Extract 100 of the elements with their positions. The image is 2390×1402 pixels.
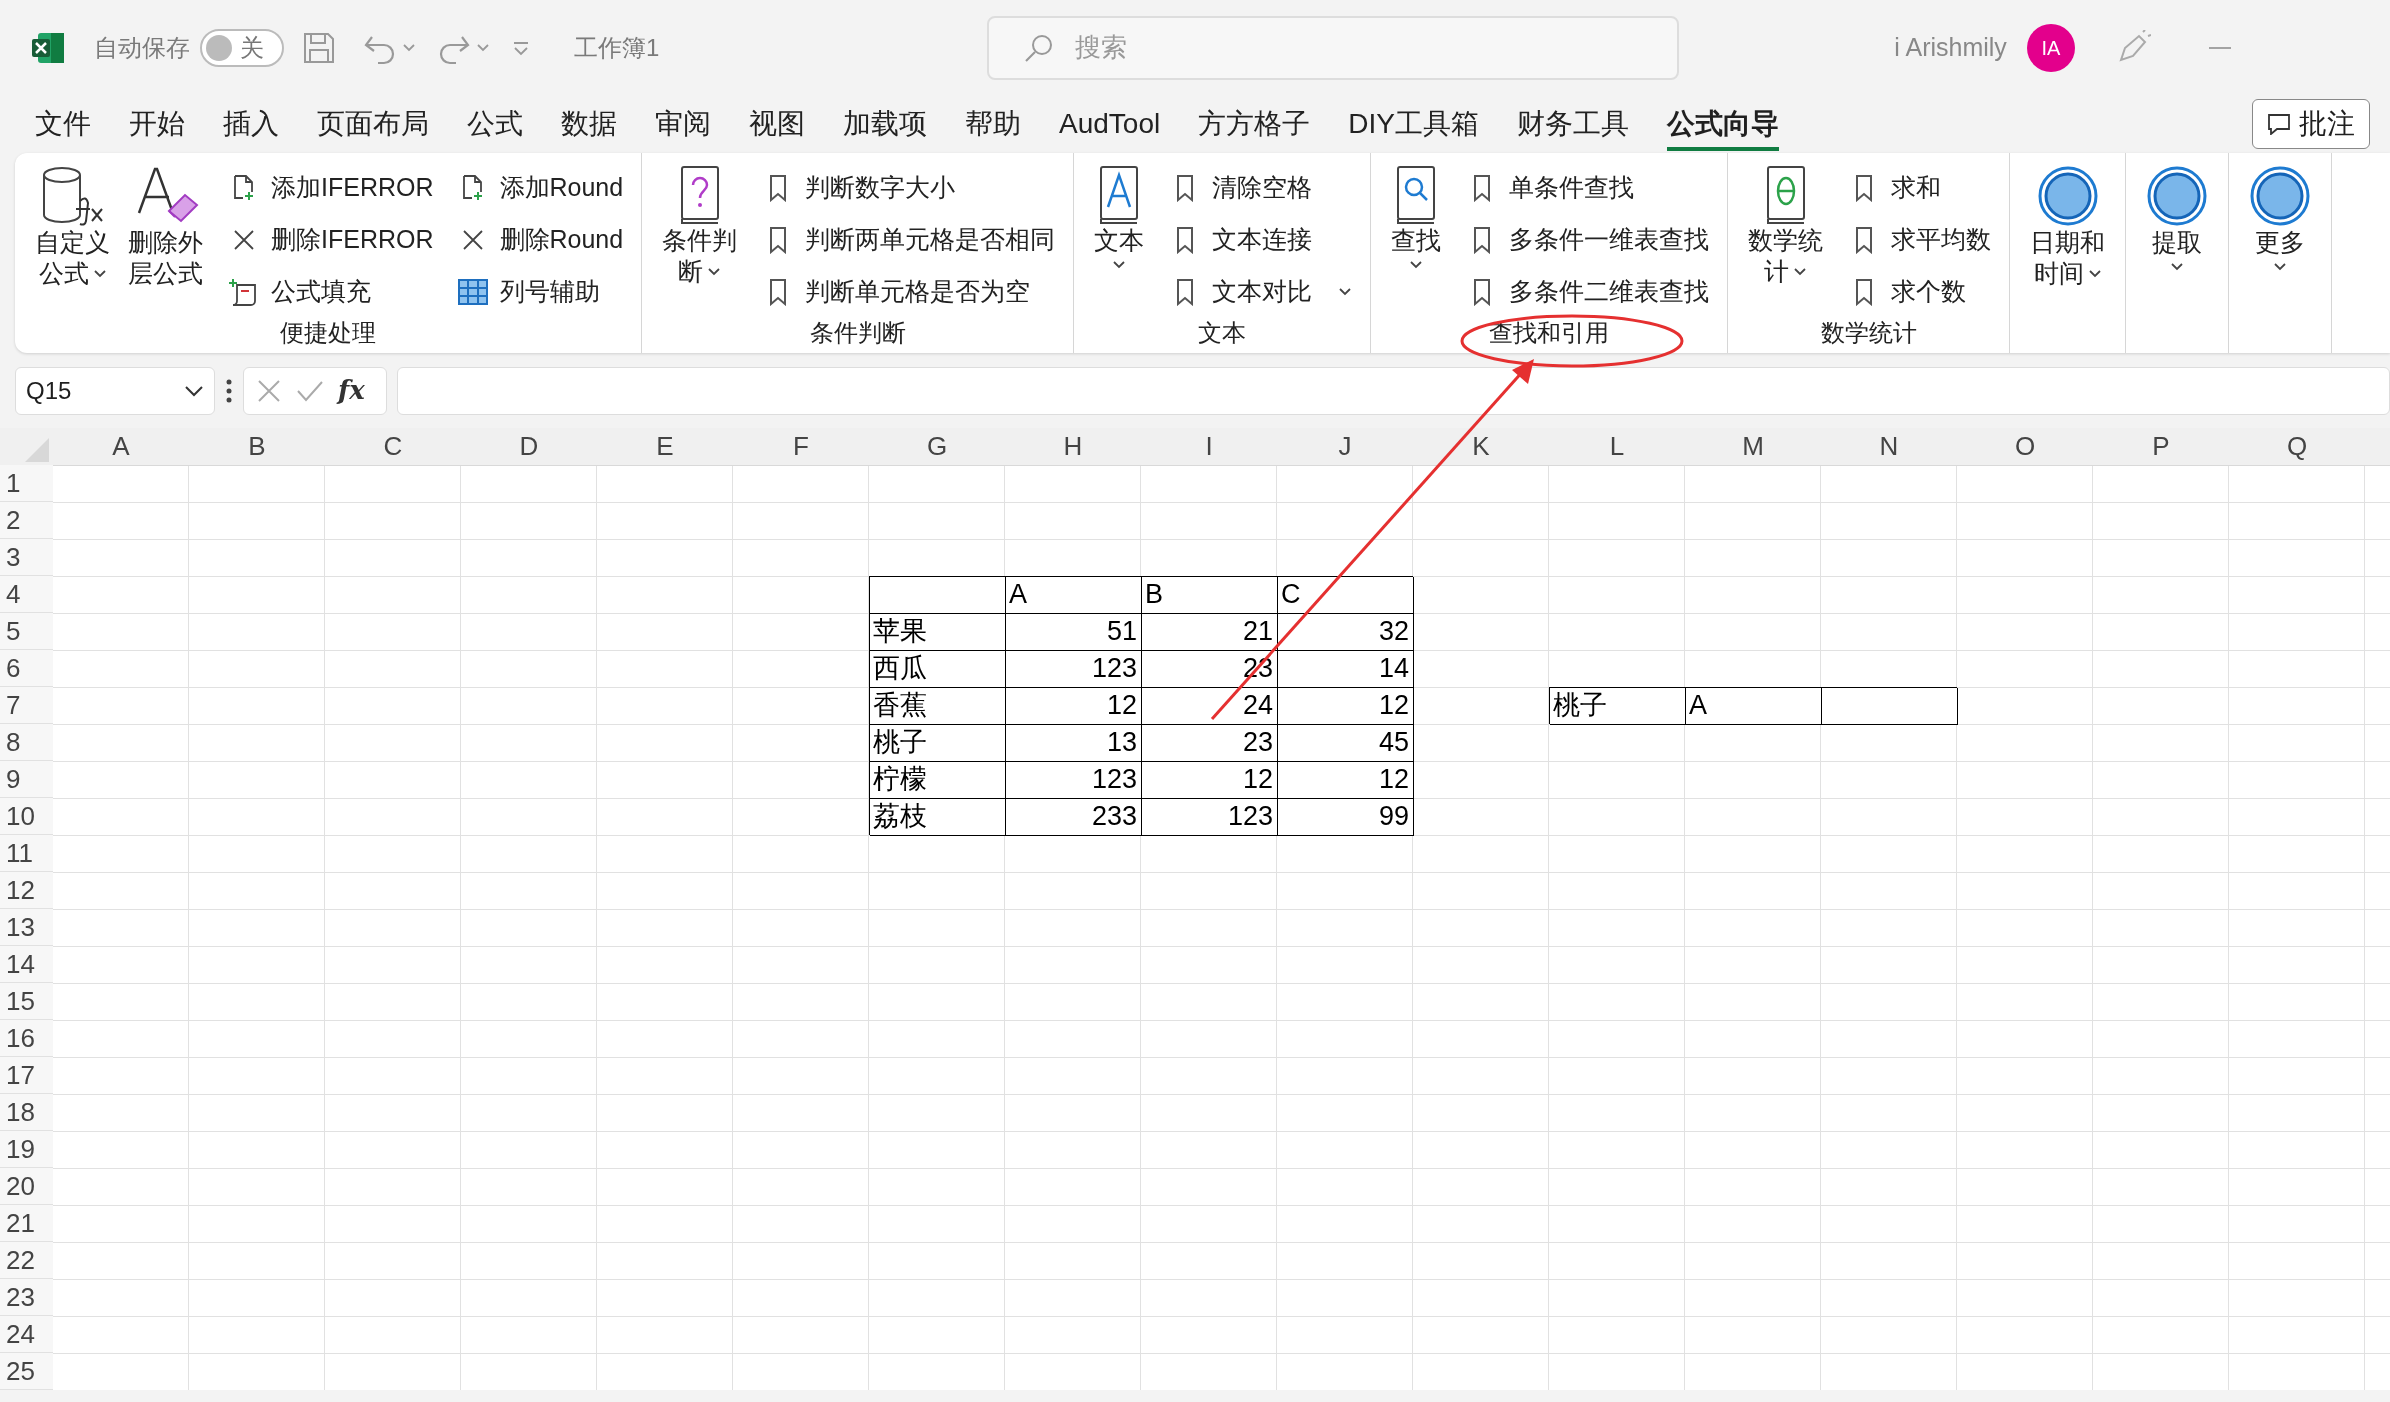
row-header[interactable]: 6 — [0, 650, 53, 687]
menu-tab[interactable]: AudTool — [1059, 99, 1161, 149]
ribbon-large-button[interactable]: 数学统 计 — [1746, 165, 1826, 315]
bookmark-icon — [1855, 226, 1874, 254]
ribbon-item[interactable]: 添加Round — [457, 165, 624, 211]
ribbon-item[interactable]: 删除IFERROR — [229, 217, 434, 263]
row-header[interactable]: 2 — [0, 502, 53, 539]
row-header[interactable]: 24 — [0, 1316, 53, 1353]
table-cell: 99 — [1277, 798, 1413, 835]
comment-button[interactable]: 批注 — [2252, 99, 2370, 149]
menu-tab[interactable]: 帮助 — [965, 99, 1021, 149]
ribbon-item[interactable]: 求个数 — [1849, 269, 1992, 315]
ribbon-large-button[interactable]: 更多 — [2247, 165, 2314, 347]
ribbon-item[interactable]: 添加IFERROR — [229, 165, 434, 211]
group-label: 便捷处理 — [280, 318, 377, 348]
row-header[interactable]: 7 — [0, 687, 53, 724]
table-cell: 荔枝 — [869, 798, 1005, 835]
chevron-icon — [1793, 266, 1808, 277]
row-header[interactable]: 20 — [0, 1168, 53, 1205]
autosave-toggle[interactable]: 关 — [200, 28, 284, 67]
name-box[interactable]: Q15 — [15, 366, 215, 415]
table-cell: B — [1141, 576, 1277, 613]
menu-tab[interactable]: 审阅 — [655, 99, 711, 149]
formula-input[interactable] — [397, 366, 2390, 415]
autosave-label: 自动保存 — [94, 32, 190, 63]
ribbon-large-button[interactable]: 文本 — [1092, 165, 1147, 315]
row-header[interactable]: 9 — [0, 761, 53, 798]
row-header[interactable]: 11 — [0, 835, 53, 872]
row-header[interactable]: 4 — [0, 576, 53, 613]
ribbon-item[interactable]: 单条件查找 — [1467, 165, 1710, 211]
bookmark-icon — [1855, 278, 1874, 306]
more-icon[interactable] — [225, 377, 233, 404]
table-cell: A — [1005, 576, 1141, 613]
row-header[interactable]: 22 — [0, 1242, 53, 1279]
table-cell: 12 — [1005, 687, 1141, 724]
menu-tab[interactable]: 加载项 — [843, 99, 927, 149]
table-cell: 45 — [1277, 724, 1413, 761]
ribbon-large-button[interactable]: 日期和 时间 — [2028, 165, 2108, 347]
select-all-corner-icon[interactable] — [25, 438, 49, 462]
ribbon-item[interactable]: 列号辅助 — [457, 269, 624, 315]
menu-tab[interactable]: DIY工具箱 — [1348, 99, 1479, 149]
group-label: 条件判断 — [809, 318, 906, 348]
ribbon-large-button[interactable]: 条件判 断 — [660, 165, 740, 315]
save-icon[interactable] — [302, 30, 336, 65]
cancel-icon[interactable] — [256, 377, 282, 404]
row-header[interactable]: 23 — [0, 1279, 53, 1316]
row-header[interactable]: 25 — [0, 1353, 53, 1390]
ribbon-item[interactable]: 判断两单元格是否相同 — [763, 217, 1056, 263]
cross-icon — [460, 228, 485, 252]
row-header[interactable]: 15 — [0, 983, 53, 1020]
row-header[interactable]: 16 — [0, 1020, 53, 1057]
menu-tab[interactable]: 插入 — [223, 99, 279, 149]
ribbon-item[interactable]: 判断数字大小 — [763, 165, 1056, 211]
menu-tab[interactable]: 财务工具 — [1516, 99, 1629, 149]
row-header[interactable]: 14 — [0, 946, 53, 983]
table-cell: 32 — [1277, 613, 1413, 650]
row-header[interactable]: 21 — [0, 1205, 53, 1242]
insert-function-button[interactable]: fx — [338, 371, 365, 410]
table-cell: C — [1277, 576, 1413, 613]
row-header[interactable]: 5 — [0, 613, 53, 650]
ribbon-item[interactable]: 公式填充 — [229, 269, 434, 315]
circle-icon — [2249, 165, 2312, 227]
ribbon-large-button[interactable]: 查找 — [1389, 165, 1444, 315]
ribbon-item[interactable]: 求和 — [1849, 165, 1992, 211]
table-cell: 西瓜 — [869, 650, 1005, 687]
ribbon-large-button[interactable]: 提取 — [2144, 165, 2211, 347]
menu-tab[interactable]: 数据 — [561, 99, 617, 149]
table-cell: 桃子 — [1549, 687, 1685, 724]
comment-icon — [2267, 113, 2291, 135]
row-header[interactable]: 10 — [0, 798, 53, 835]
ribbon-item[interactable]: 多条件一维表查找 — [1467, 217, 1710, 263]
ribbon-large-button[interactable]: 自定义 公式 — [33, 165, 112, 315]
search-field[interactable]: 搜索 — [987, 15, 1680, 80]
menu-tab[interactable]: 视图 — [749, 99, 805, 149]
ribbon-item[interactable]: 判断单元格是否为空 — [763, 269, 1056, 315]
menu-tab[interactable]: 页面布局 — [317, 99, 429, 149]
row-header[interactable]: 17 — [0, 1057, 53, 1094]
ribbon-large-button[interactable]: 删除外 层公式 — [126, 165, 205, 315]
minimize-icon[interactable] — [2208, 45, 2231, 50]
ribbon-item[interactable]: 删除Round — [457, 217, 624, 263]
menu-tab[interactable]: 公式 — [467, 99, 523, 149]
row-header[interactable]: 13 — [0, 909, 53, 946]
ribbon-item[interactable]: 清除空格 — [1170, 165, 1353, 211]
row-header[interactable]: 8 — [0, 724, 53, 761]
row-header[interactable]: 18 — [0, 1094, 53, 1131]
row-header[interactable]: 19 — [0, 1131, 53, 1168]
bookmark-icon — [1176, 226, 1195, 254]
menu-tab[interactable]: 开始 — [129, 99, 185, 149]
row-header[interactable]: 3 — [0, 539, 53, 576]
ribbon-item[interactable]: 多条件二维表查找 — [1467, 269, 1710, 315]
row-header[interactable]: 1 — [0, 465, 53, 502]
table-cell: 12 — [1277, 687, 1413, 724]
table-cell: 23 — [1141, 724, 1277, 761]
menu-tab[interactable]: 文件 — [35, 99, 91, 149]
user-avatar[interactable]: IA — [2026, 23, 2075, 72]
ribbon-item[interactable]: 文本对比 — [1170, 269, 1353, 315]
ribbon-item[interactable]: 文本连接 — [1170, 217, 1353, 263]
menu-tab[interactable]: 方方格子 — [1198, 99, 1311, 149]
ribbon-item[interactable]: 求平均数 — [1849, 217, 1992, 263]
row-header[interactable]: 12 — [0, 872, 53, 909]
